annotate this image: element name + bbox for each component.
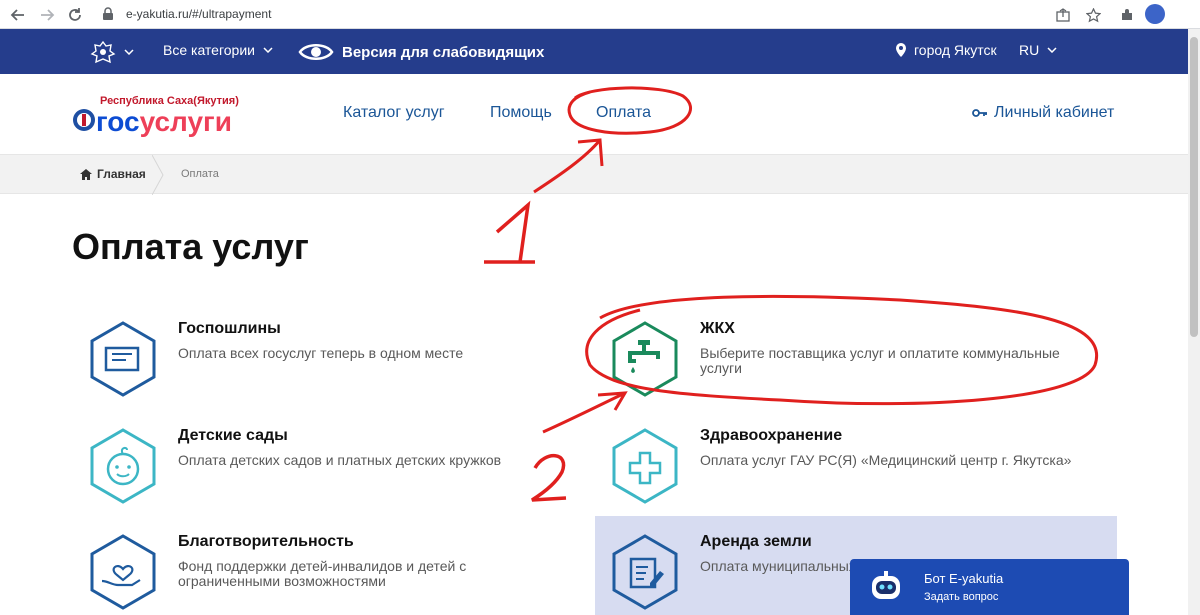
home-icon bbox=[80, 168, 92, 180]
back-arrow-icon[interactable] bbox=[8, 5, 28, 25]
service-title: Благотворительность bbox=[178, 533, 354, 550]
chatbot-subtitle: Задать вопрос bbox=[924, 591, 999, 603]
scroll-thumb[interactable] bbox=[1190, 37, 1198, 337]
robot-icon bbox=[872, 571, 900, 599]
extensions-icon[interactable] bbox=[1117, 5, 1137, 25]
service-title: Аренда земли bbox=[700, 533, 812, 550]
page-scrollbar[interactable] bbox=[1188, 29, 1200, 615]
breadcrumb-home[interactable]: Главная bbox=[80, 167, 146, 181]
low-vision-link[interactable]: Версия для слабовидящих bbox=[298, 41, 544, 63]
language-selector[interactable]: RU bbox=[1019, 42, 1057, 58]
russian-emblem-icon bbox=[90, 40, 116, 64]
heart-hand-icon bbox=[90, 534, 156, 610]
nav-catalog[interactable]: Каталог услуг bbox=[343, 104, 445, 122]
forward-arrow-icon[interactable] bbox=[37, 5, 57, 25]
service-card-kindergarten[interactable]: Детские сады Оплата детских садов и плат… bbox=[88, 427, 608, 532]
city-label: город Якутск bbox=[914, 42, 997, 58]
nav-help[interactable]: Помощь bbox=[490, 104, 552, 122]
url-text: e-yakutia.ru/#/ultrapayment bbox=[126, 7, 272, 21]
reload-icon[interactable] bbox=[65, 5, 85, 25]
chevron-down-icon bbox=[1047, 47, 1057, 53]
water-tap-icon bbox=[612, 321, 678, 397]
low-vision-label: Версия для слабовидящих bbox=[342, 43, 545, 61]
logo-uslugi-text: услуги bbox=[139, 106, 232, 137]
service-description: Выберите поставщика услуг и оплатите ком… bbox=[700, 345, 1060, 376]
service-description: Оплата всех госуслуг теперь в одном мест… bbox=[178, 345, 464, 361]
site-header: Республика Саха(Якутия) госуслуги Катало… bbox=[0, 74, 1188, 154]
service-description: Оплата муниципальных bbox=[700, 558, 856, 574]
cabinet-label: Личный кабинет bbox=[994, 104, 1115, 121]
service-title: Детские сады bbox=[178, 427, 288, 444]
page: e-yakutia.ru/#/ultrapayment Все категори… bbox=[0, 0, 1200, 615]
service-description: Фонд поддержки детей-инвалидов и детей с… bbox=[178, 558, 467, 589]
document-icon bbox=[90, 321, 156, 397]
service-title: Здравоохранение bbox=[700, 427, 843, 444]
categories-dropdown[interactable]: Все категории bbox=[163, 42, 273, 58]
service-description: Оплата детских садов и платных детских к… bbox=[178, 452, 502, 468]
page-title: Оплата услуг bbox=[72, 226, 309, 267]
yakutia-emblem-icon bbox=[73, 109, 95, 131]
breadcrumb-separator bbox=[152, 155, 164, 195]
service-title: ЖКХ bbox=[700, 320, 735, 337]
edit-document-icon bbox=[612, 534, 678, 610]
lock-icon bbox=[103, 7, 113, 20]
emblem-menu[interactable] bbox=[90, 40, 134, 64]
location-pin-icon bbox=[896, 43, 906, 57]
star-icon[interactable] bbox=[1083, 5, 1103, 25]
breadcrumb-home-label: Главная bbox=[97, 167, 146, 181]
gosuslugi-logo[interactable]: госуслуги bbox=[96, 106, 232, 138]
profile-avatar[interactable] bbox=[1145, 4, 1165, 24]
service-card-charity[interactable]: Благотворительность Фонд поддержки детей… bbox=[88, 533, 608, 615]
browser-toolbar: e-yakutia.ru/#/ultrapayment bbox=[0, 0, 1200, 29]
language-label: RU bbox=[1019, 42, 1040, 58]
chevron-down-icon bbox=[263, 47, 273, 53]
chevron-down-icon bbox=[124, 49, 134, 55]
breadcrumb: Главная Оплата bbox=[0, 154, 1188, 195]
breadcrumb-current: Оплата bbox=[181, 168, 219, 180]
medical-cross-icon bbox=[612, 428, 678, 504]
chatbot-title: Бот E-yakutia bbox=[924, 571, 1004, 586]
categories-label: Все категории bbox=[163, 42, 255, 58]
service-card-fees[interactable]: Госпошлины Оплата всех госуслуг теперь в… bbox=[88, 320, 608, 425]
top-navigation-bar: Все категории Версия для слабовидящих го… bbox=[0, 29, 1188, 74]
logo-gos-text: гос bbox=[96, 106, 140, 137]
share-icon[interactable] bbox=[1053, 5, 1073, 25]
chatbot-widget[interactable]: Бот E-yakutia Задать вопрос bbox=[850, 559, 1129, 615]
address-bar[interactable]: e-yakutia.ru/#/ultrapayment bbox=[92, 3, 1117, 26]
city-selector[interactable]: город Якутск bbox=[896, 42, 997, 58]
service-card-housing[interactable]: ЖКХ Выберите поставщика услуг и оплатите… bbox=[610, 320, 1130, 425]
service-title: Госпошлины bbox=[178, 320, 281, 337]
nav-payment[interactable]: Оплата bbox=[596, 104, 651, 122]
number-annotation bbox=[484, 200, 535, 264]
personal-cabinet-link[interactable]: Личный кабинет bbox=[972, 104, 1114, 122]
baby-face-icon bbox=[90, 428, 156, 504]
service-description: Оплата услуг ГАУ РС(Я) «Медицинский цент… bbox=[700, 452, 1072, 468]
key-icon bbox=[972, 109, 987, 117]
eye-icon bbox=[298, 44, 334, 60]
